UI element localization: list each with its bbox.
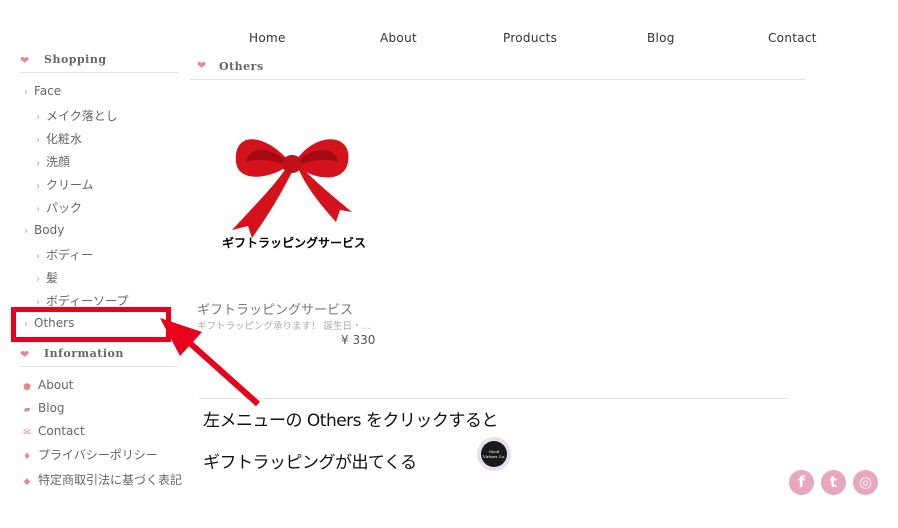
sidebar-info-privacy[interactable]: ♦ プライバシーポリシー: [22, 446, 158, 463]
sidebar-item-lotion[interactable]: › 化粧水: [36, 130, 82, 147]
chevron-right-icon: ›: [36, 181, 40, 192]
sidebar-info-contact[interactable]: ✉ Contact: [22, 424, 85, 438]
sidebar-item-label: クリーム: [46, 178, 94, 192]
sidebar-item-body[interactable]: › Body: [24, 223, 64, 237]
heart-icon: ❤: [197, 59, 207, 72]
sidebar-item-cream[interactable]: › クリーム: [36, 176, 94, 193]
info-icon: ●: [23, 382, 31, 392]
information-heading-label: Information: [44, 347, 124, 360]
highlight-box: [11, 307, 171, 342]
shopping-heading-label: Shopping: [44, 53, 107, 66]
sidebar-item-label: Face: [34, 84, 62, 98]
sidebar-item-makeup-remover[interactable]: › メイク落とし: [36, 107, 118, 124]
sidebar-item-body-care[interactable]: › ボディー: [36, 246, 93, 263]
product-image-caption: ギフトラッピングサービス: [222, 236, 367, 250]
sidebar-item-label: Blog: [38, 401, 65, 415]
mail-icon: ✉: [23, 428, 31, 438]
shopping-heading: ❤ Shopping: [20, 53, 178, 73]
sidebar-item-pack[interactable]: › パック: [36, 199, 82, 216]
sidebar-item-hair[interactable]: › 髪: [36, 269, 58, 286]
nav-contact-link[interactable]: Contact: [768, 31, 817, 45]
chevron-right-icon: ›: [24, 87, 28, 98]
sidebar-item-label: Body: [34, 223, 65, 237]
sidebar-item-label: 髪: [46, 271, 59, 285]
nav-about-link[interactable]: About: [380, 31, 417, 45]
sidebar-info-blog[interactable]: ▰ Blog: [22, 401, 65, 415]
sidebar-item-label: ボディーソープ: [46, 294, 129, 308]
sidebar-item-label: 化粧水: [46, 132, 83, 146]
category-heading: ❤ Others: [190, 60, 805, 80]
sidebar-item-face[interactable]: › Face: [24, 84, 61, 98]
chevron-right-icon: ›: [36, 274, 40, 285]
person-icon: ♦: [22, 452, 32, 462]
book-icon: ▰: [23, 405, 31, 415]
arrow-icon: [160, 318, 261, 407]
annotation-line-2: ギフトラッピングが出てくる: [203, 453, 417, 473]
chevron-right-icon: ›: [36, 112, 40, 123]
twitter-icon[interactable]: t: [821, 470, 846, 495]
heart-icon: ❤: [20, 348, 30, 361]
category-heading-label: Others: [219, 60, 264, 73]
sidebar-info-legal[interactable]: ◆ 特定商取引法に基づく表記: [22, 469, 182, 493]
sidebar-item-label: ボディー: [46, 248, 94, 262]
brand-badge-logo: Good Virtues Co.: [481, 441, 507, 467]
content-divider: [199, 398, 788, 399]
sidebar-item-label: About: [38, 378, 74, 392]
tag-icon: ◆: [23, 477, 31, 487]
product-image-gift-bow[interactable]: [218, 122, 368, 252]
heart-icon: ❤: [20, 54, 30, 67]
nav-blog-link[interactable]: Blog: [647, 31, 675, 45]
sidebar-item-label: プライバシーポリシー: [38, 448, 158, 462]
brand-badge: Good Virtues Co.: [477, 437, 511, 471]
chevron-right-icon: ›: [36, 204, 40, 215]
sidebar-item-label: パック: [46, 201, 83, 215]
nav-products-link[interactable]: Products: [503, 31, 557, 45]
sidebar-item-face-wash[interactable]: › 洗顔: [36, 153, 70, 170]
ribbon-bow-icon: [232, 139, 352, 238]
product-price: ¥ 330: [341, 333, 376, 347]
sidebar-info-about[interactable]: ● About: [22, 378, 73, 392]
sidebar-item-label: メイク落とし: [46, 109, 118, 123]
sidebar-item-label: 洗顔: [46, 155, 71, 169]
chevron-right-icon: ›: [24, 226, 28, 237]
chevron-right-icon: ›: [36, 135, 40, 146]
nav-home-link[interactable]: Home: [249, 31, 286, 45]
chevron-right-icon: ›: [36, 158, 40, 169]
sidebar-item-label: 特定商取引法に基づく表記: [38, 473, 183, 487]
chevron-right-icon: ›: [36, 251, 40, 262]
instagram-icon[interactable]: ◎: [853, 470, 878, 495]
sidebar-item-label: Contact: [38, 424, 85, 438]
facebook-icon[interactable]: f: [789, 470, 814, 495]
